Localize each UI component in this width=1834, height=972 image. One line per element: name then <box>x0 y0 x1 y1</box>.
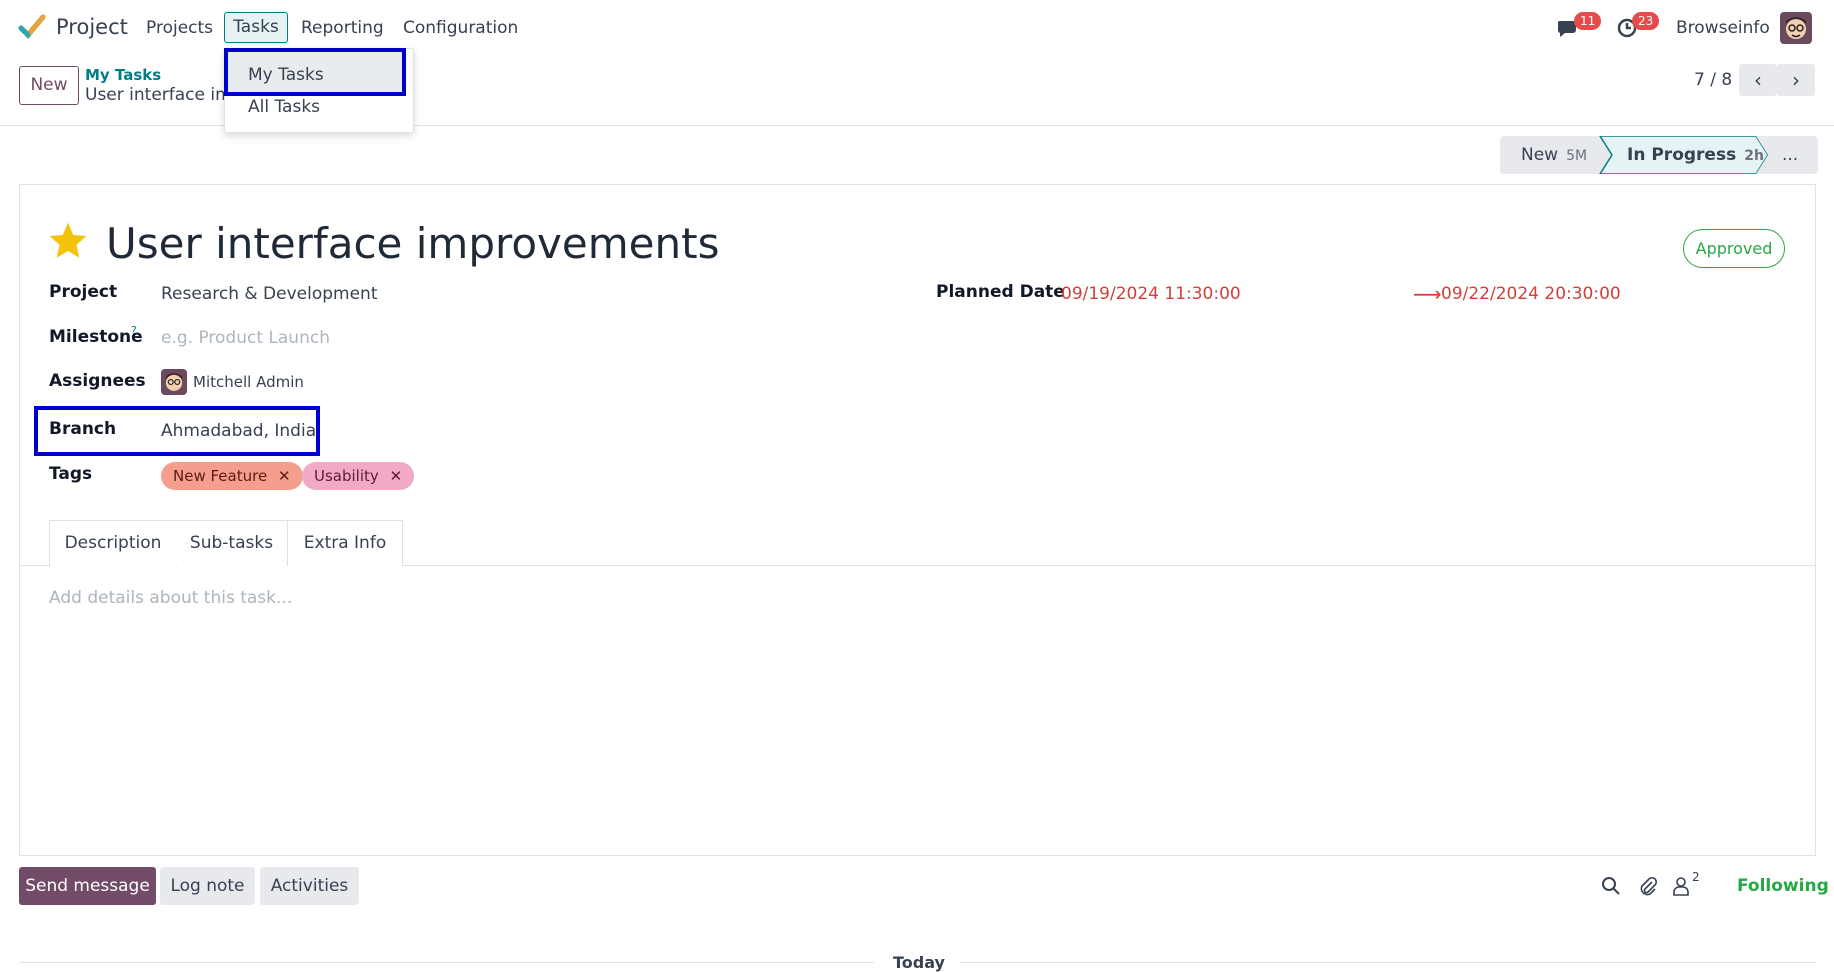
user-avatar[interactable] <box>1780 12 1812 44</box>
menu-tasks[interactable]: Tasks <box>224 12 288 43</box>
stage-in-progress[interactable]: In Progress 2h <box>1627 136 1764 174</box>
tab-sub-tasks[interactable]: Sub-tasks <box>176 520 288 566</box>
pager-value[interactable]: 7 / 8 <box>1694 70 1732 90</box>
assignee-avatar <box>161 369 187 395</box>
milestone-field[interactable]: e.g. Product Launch <box>161 328 330 348</box>
task-title[interactable]: User interface improvements <box>106 219 719 268</box>
dropdown-item-all-tasks[interactable]: All Tasks <box>248 97 320 117</box>
stage-in-progress-time: 2h <box>1744 148 1764 164</box>
milestone-help-icon[interactable]: ? <box>131 324 137 337</box>
branch-field[interactable]: Ahmadabad, India <box>161 421 316 441</box>
approval-state-badge[interactable]: Approved <box>1683 229 1785 268</box>
tab-extra-info[interactable]: Extra Info <box>288 520 403 566</box>
company-switcher[interactable]: Browseinfo <box>1676 18 1770 38</box>
planned-date-label: Planned Date <box>936 282 1065 302</box>
activities-button[interactable]: Activities <box>260 867 359 905</box>
send-message-button[interactable]: Send message <box>19 867 156 905</box>
today-separator: Today <box>893 953 945 972</box>
menu-configuration[interactable]: Configuration <box>403 18 518 38</box>
menu-reporting[interactable]: Reporting <box>301 18 384 38</box>
remove-tag-icon[interactable]: ✕ <box>390 467 403 485</box>
priority-star-icon[interactable] <box>47 220 89 262</box>
stage-new-label: New <box>1521 145 1559 165</box>
stage-more[interactable]: ... <box>1782 136 1798 174</box>
planned-date-start[interactable]: 09/19/2024 11:30:00 <box>1061 284 1241 304</box>
chevron-left-icon[interactable]: ‹ <box>1739 64 1777 96</box>
assignees-label: Assignees <box>49 371 146 391</box>
following-button[interactable]: Following <box>1737 876 1829 896</box>
stage-statusbar: New 5M In Progress 2h ... <box>1500 136 1818 174</box>
tags-label: Tags <box>49 464 93 484</box>
followers-count: 2 <box>1692 870 1700 884</box>
tag-usability[interactable]: Usability ✕ <box>302 462 415 490</box>
stage-new[interactable]: New 5M <box>1521 136 1587 174</box>
tag-new-feature[interactable]: New Feature ✕ <box>161 462 303 490</box>
remove-tag-icon[interactable]: ✕ <box>278 467 291 485</box>
stage-in-progress-label: In Progress <box>1627 145 1737 165</box>
tag-new-feature-label: New Feature <box>173 467 268 485</box>
search-icon[interactable] <box>1601 876 1621 896</box>
today-divider-right <box>960 962 1816 963</box>
chevron-right-icon[interactable]: › <box>1777 64 1815 96</box>
project-field[interactable]: Research & Development <box>161 284 377 304</box>
project-app-icon[interactable] <box>18 13 46 41</box>
activities-badge: 23 <box>1632 12 1660 30</box>
arrow-right-icon: ⟶ <box>1413 282 1442 306</box>
dropdown-item-my-tasks[interactable]: My Tasks <box>248 65 324 85</box>
new-button[interactable]: New <box>19 66 79 105</box>
tab-description[interactable]: Description <box>49 520 177 567</box>
app-name[interactable]: Project <box>56 15 128 39</box>
assignee-name[interactable]: Mitchell Admin <box>193 373 304 391</box>
menu-projects[interactable]: Projects <box>146 18 213 38</box>
breadcrumb-current: User interface improvements <box>85 85 225 105</box>
paperclip-icon[interactable] <box>1638 876 1658 896</box>
followers-icon[interactable] <box>1672 876 1690 896</box>
messages-badge: 11 <box>1574 12 1602 30</box>
breadcrumb-my-tasks[interactable]: My Tasks <box>85 66 161 84</box>
description-editor[interactable]: Add details about this task... <box>49 588 292 608</box>
branch-label: Branch <box>49 419 117 439</box>
planned-date-end[interactable]: 09/22/2024 20:30:00 <box>1441 284 1621 304</box>
tag-usability-label: Usability <box>314 467 379 485</box>
project-label: Project <box>49 282 118 302</box>
milestone-label: Milestone <box>49 327 143 347</box>
stage-new-time: 5M <box>1566 148 1588 164</box>
today-divider-left <box>19 962 874 963</box>
log-note-button[interactable]: Log note <box>160 867 255 905</box>
